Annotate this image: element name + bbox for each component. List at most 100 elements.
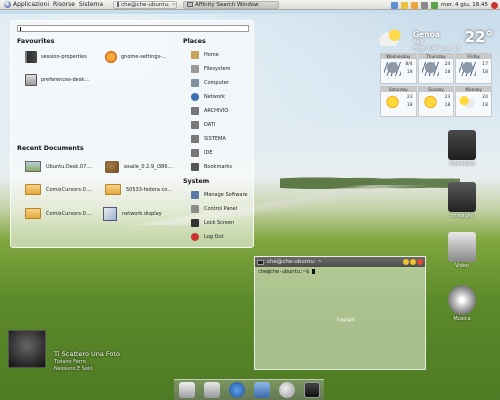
clock[interactable]: mer. 4 giu, 18.45 xyxy=(441,2,488,8)
favourite-item[interactable]: preferences-desk... xyxy=(25,74,89,86)
forecast-day: Wednesday 8/4 18 xyxy=(380,53,417,84)
forecast-day-label: Friday xyxy=(456,54,491,59)
dock-download[interactable]: Download xyxy=(442,130,482,167)
terminal-content[interactable]: che@che-ubuntu:~$ xyxy=(255,267,425,277)
system-log-out[interactable]: Log Out xyxy=(191,233,224,241)
place-computer[interactable]: Computer xyxy=(191,79,229,87)
place-sistema[interactable]: SISTEMA xyxy=(191,135,226,143)
recent-label: ComixCursors-0.... xyxy=(46,186,93,193)
weather-tray-icon[interactable] xyxy=(411,1,418,9)
bottom-launcher xyxy=(174,379,324,400)
menu-applications[interactable]: Applicazioni xyxy=(4,1,49,8)
forecast-grid: Wednesday 8/4 18 Thursday 24 18 Friday 17 18 S… xyxy=(380,53,492,117)
preferences-icon xyxy=(25,74,37,86)
weather-city: Genoa xyxy=(413,30,440,39)
menu-system[interactable]: Sistema xyxy=(79,1,103,8)
weather-widget[interactable]: Genoa Italy High: N/A° Low: 18 22° Wedne… xyxy=(375,26,495,118)
download-folder-icon xyxy=(448,130,476,160)
place-filesystem[interactable]: Filesystem xyxy=(191,65,230,73)
logout-icon xyxy=(191,233,199,241)
battery-icon[interactable] xyxy=(431,1,438,9)
music-folder-icon xyxy=(448,285,476,315)
recent-label: Ubuntu.Desk.07.... xyxy=(46,163,93,170)
recent-label: ComixCursors-0.... xyxy=(46,210,93,217)
terminal-icon xyxy=(257,259,264,265)
place-archivio[interactable]: ARCHIVIO xyxy=(191,107,228,115)
recent-item[interactable]: 50533-fedora co... xyxy=(105,184,172,195)
search-launcher-icon[interactable] xyxy=(278,382,295,398)
forecast-max: 24 xyxy=(444,62,451,67)
network-icon[interactable] xyxy=(391,1,398,9)
forecast-day: Thursday 24 18 xyxy=(417,53,455,84)
recent-item[interactable]: Ubuntu.Desk.07.... xyxy=(25,161,93,172)
terminal-icon xyxy=(117,2,120,7)
now-playing-widget[interactable]: Ti Scattero Una Foto Tiziano Ferro Nessu… xyxy=(8,330,158,372)
dock-musica[interactable]: Musica xyxy=(442,285,482,322)
forecast-min: 18 xyxy=(482,102,488,108)
forecast-max: 23 xyxy=(406,94,413,100)
recent-item[interactable]: exaile_0.2.9_i386.... xyxy=(105,161,174,173)
dock-immagini[interactable]: Immagini xyxy=(442,182,482,219)
minimize-button[interactable] xyxy=(403,259,409,265)
system-label: Control Panel xyxy=(204,206,238,212)
favourite-item[interactable]: session-properties xyxy=(25,51,87,63)
rain-icon xyxy=(384,62,401,76)
favourite-label: preferences-desk... xyxy=(41,77,89,83)
browser-launcher-icon[interactable] xyxy=(228,382,245,398)
computer-icon xyxy=(191,79,199,87)
terminal-window[interactable]: che@che-ubuntu: ~ che@che-ubuntu:~$ fyag… xyxy=(254,256,426,370)
forecast-day-label: Sunday xyxy=(418,86,454,92)
system-label: Manage Software xyxy=(204,192,248,198)
system-lock-screen[interactable]: Lock Screen xyxy=(191,219,234,227)
package-icon xyxy=(105,161,119,173)
taskbar-affinity-label: Affinity Search Window xyxy=(195,1,259,8)
place-dati[interactable]: DATI xyxy=(191,121,215,129)
favourite-item[interactable]: gnome-settings-... xyxy=(105,51,167,63)
home-launcher-icon[interactable] xyxy=(178,382,195,398)
place-label: Home xyxy=(204,52,219,58)
place-label: SISTEMA xyxy=(204,136,226,142)
folder-icon xyxy=(25,184,41,195)
notification-icon[interactable] xyxy=(401,1,408,9)
files-launcher-icon[interactable] xyxy=(203,382,220,398)
system-label: Lock Screen xyxy=(204,220,235,226)
forecast-day-label: Wednesday xyxy=(381,54,416,59)
taskbar-affinity[interactable]: Affinity Search Window xyxy=(183,0,280,9)
dock-video[interactable]: Video xyxy=(442,232,482,269)
close-button[interactable] xyxy=(417,259,423,265)
terminal-titlebar[interactable]: che@che-ubuntu: ~ xyxy=(255,257,425,267)
place-bookmarks[interactable]: Bookmarks xyxy=(191,163,232,171)
taskbar-terminal[interactable]: che@che-ubuntu: ~ xyxy=(113,0,178,9)
recent-label: exaile_0.2.9_i386.... xyxy=(124,164,174,170)
power-icon[interactable] xyxy=(491,1,498,9)
system-manage-software[interactable]: Manage Software xyxy=(191,191,248,199)
search-input[interactable] xyxy=(17,25,249,32)
menu-places[interactable]: Risorse xyxy=(53,1,75,8)
system-control-panel[interactable]: Control Panel xyxy=(191,205,237,213)
dock-label: Immagini xyxy=(450,213,474,219)
forecast-day-label: Thursday xyxy=(418,54,454,59)
home-icon xyxy=(191,51,199,59)
forecast-day-label: Saturday xyxy=(381,86,416,92)
place-network[interactable]: Network xyxy=(191,93,225,101)
volume-icon[interactable] xyxy=(421,1,428,9)
dock-label: Musica xyxy=(453,316,471,322)
terminal-launcher-icon[interactable] xyxy=(303,382,320,398)
place-home[interactable]: Home xyxy=(191,51,219,59)
forecast-min: 18 xyxy=(406,102,413,108)
folder-icon xyxy=(25,208,41,219)
recent-item[interactable]: ComixCursors-0.... xyxy=(25,184,92,195)
maximize-button[interactable] xyxy=(410,259,416,265)
track-artist: Tiziano Ferro xyxy=(54,359,86,365)
system-heading: System xyxy=(183,178,210,185)
video-folder-icon xyxy=(448,232,476,262)
drive-icon xyxy=(191,107,199,115)
recent-label: network.display xyxy=(122,211,162,217)
forecast-day: Friday 17 18 xyxy=(455,53,492,84)
sun-icon xyxy=(384,94,401,109)
gnome-foot-icon xyxy=(4,1,11,8)
recent-item[interactable]: ComixCursors-0.... xyxy=(25,208,92,219)
mail-launcher-icon[interactable] xyxy=(253,382,270,398)
place-ide[interactable]: IDE xyxy=(191,149,212,157)
recent-item[interactable]: network.display xyxy=(103,207,162,221)
